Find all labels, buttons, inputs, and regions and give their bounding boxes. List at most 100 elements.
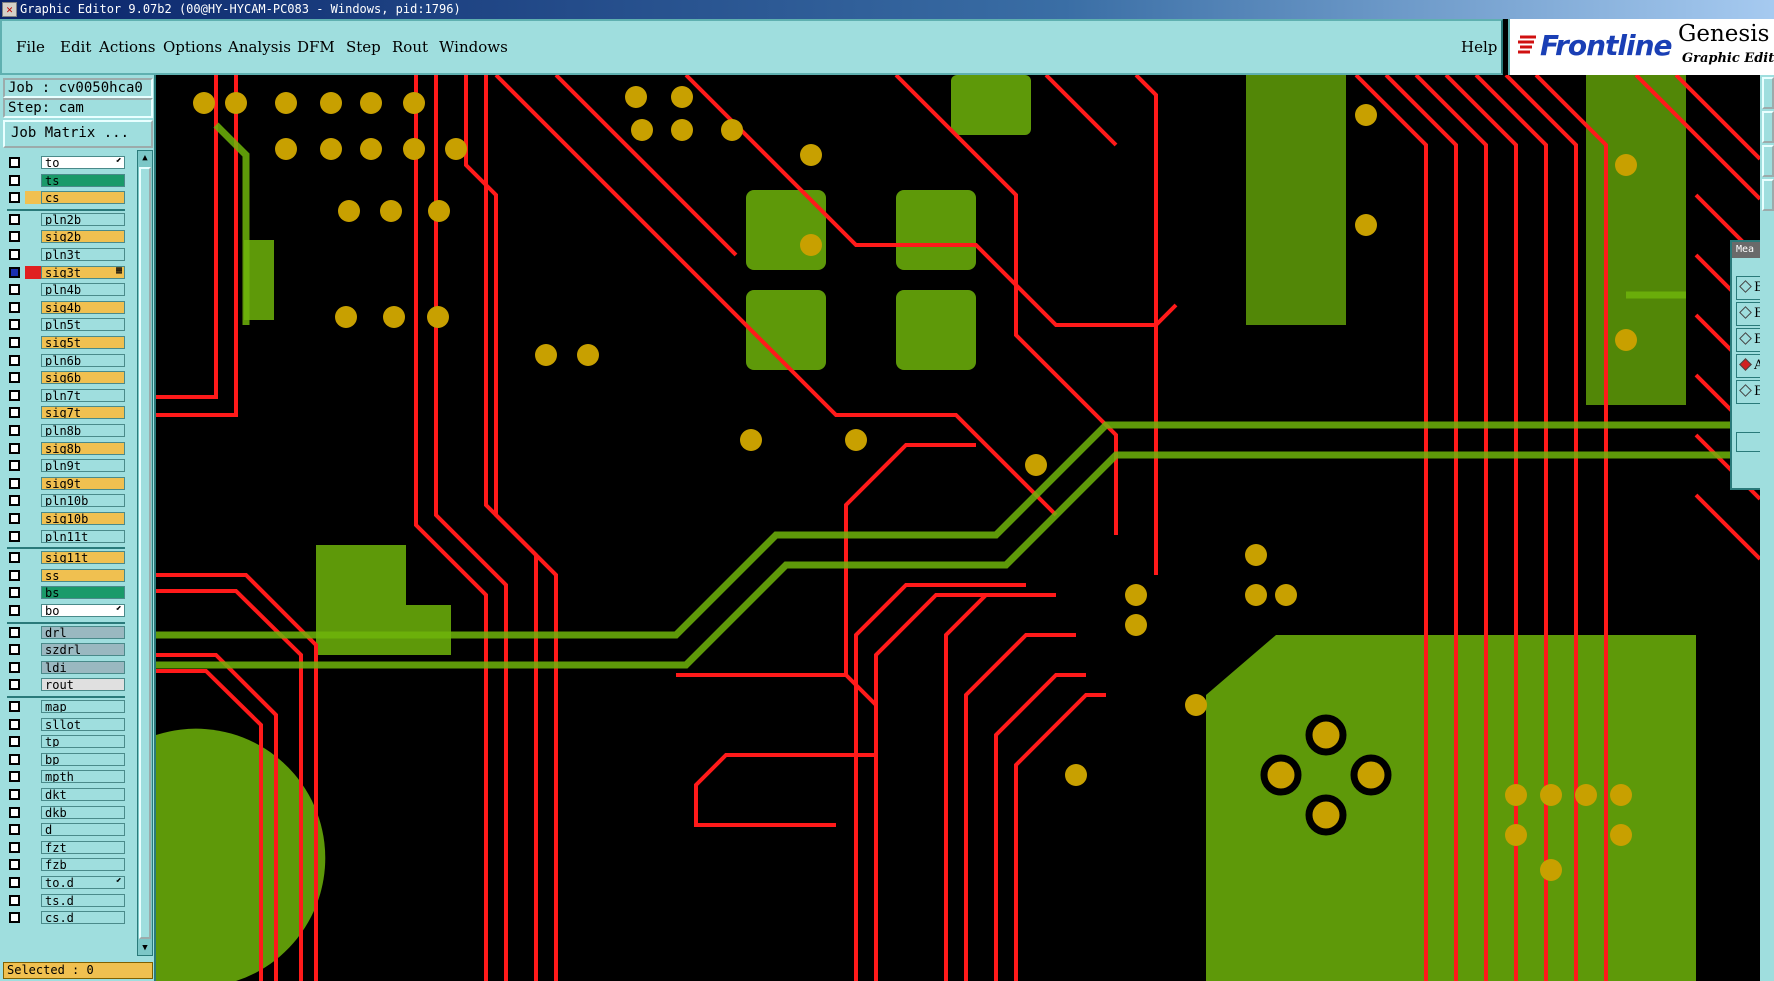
layer-name[interactable]: sig3t — [41, 265, 125, 279]
layer-checkbox[interactable] — [9, 389, 20, 401]
layer-row-fzt[interactable]: fzt — [3, 840, 125, 855]
layer-checkbox[interactable] — [9, 213, 20, 225]
layer-checkbox[interactable] — [9, 319, 20, 331]
layer-checkbox[interactable] — [9, 442, 20, 454]
layer-name[interactable]: pln8b — [41, 424, 125, 437]
layer-checkbox[interactable] — [9, 877, 20, 888]
layer-name[interactable]: dkt — [41, 788, 125, 801]
layer-row-drl[interactable]: drl — [3, 625, 125, 640]
scroll-thumb[interactable] — [139, 167, 151, 939]
layer-row-bo[interactable]: bo ⬋ — [3, 603, 125, 618]
layer-checkbox[interactable] — [9, 569, 20, 581]
menu-step[interactable]: Step — [346, 38, 381, 56]
tool-button-3[interactable] — [1762, 145, 1774, 177]
layer-name[interactable]: ldi — [41, 660, 125, 674]
layer-row-sig9t[interactable]: sig9t — [3, 476, 125, 491]
layer-checkbox[interactable] — [9, 372, 20, 384]
layer-row-pln6b[interactable]: pln6b — [3, 353, 125, 368]
layer-row-to-d[interactable]: to.d ⬋ — [3, 875, 125, 890]
layer-checkbox[interactable] — [9, 587, 20, 599]
layer-name[interactable]: mpth — [41, 770, 125, 784]
layer-list-scrollbar[interactable]: ▲ ▼ — [137, 150, 153, 956]
layer-name[interactable]: drl — [41, 625, 125, 639]
layer-row-sig11t[interactable]: sig11t — [3, 550, 125, 565]
layer-name[interactable]: sig7t — [41, 406, 125, 420]
layer-name[interactable]: pln10b — [41, 494, 125, 508]
layer-checkbox[interactable] — [9, 266, 20, 278]
layer-checkbox[interactable] — [9, 495, 20, 507]
layer-row-sig10b[interactable]: sig10b — [3, 511, 125, 526]
layer-checkbox[interactable] — [9, 192, 20, 204]
layer-row-d[interactable]: d — [3, 822, 125, 837]
menu-edit[interactable]: Edit — [60, 38, 91, 56]
layer-row-bs[interactable]: bs — [3, 585, 125, 600]
layer-name[interactable]: map — [41, 700, 125, 713]
layer-checkbox[interactable] — [9, 460, 20, 472]
pcb-graphics[interactable] — [156, 75, 1760, 981]
menu-actions[interactable]: Actions — [99, 38, 155, 56]
menu-rout[interactable]: Rout — [392, 38, 428, 56]
layer-row-pln3t[interactable]: pln3t — [3, 247, 125, 262]
layer-row-dkb[interactable]: dkb — [3, 805, 125, 820]
layer-checkbox[interactable] — [9, 249, 20, 260]
layer-name[interactable]: sig10b — [41, 512, 125, 525]
tool-button-4[interactable] — [1762, 179, 1774, 211]
layer-checkbox[interactable] — [9, 789, 20, 800]
app-icon[interactable]: ✕ — [2, 2, 17, 17]
layer-row-sig7t[interactable]: sig7t — [3, 405, 125, 420]
layer-name[interactable]: fzb — [41, 858, 125, 872]
layer-checkbox[interactable] — [9, 718, 20, 730]
layer-name[interactable]: ss — [41, 568, 125, 582]
layer-name[interactable]: cs — [41, 191, 125, 205]
layer-name[interactable]: cs.d — [41, 911, 125, 925]
layer-checkbox[interactable] — [9, 552, 20, 564]
layer-checkbox[interactable] — [9, 841, 20, 853]
layer-row-map[interactable]: map — [3, 699, 125, 714]
layer-checkbox[interactable] — [9, 824, 20, 836]
layer-row-sig3t[interactable]: sig3t ▦ — [3, 265, 125, 280]
layer-row-ss[interactable]: ss — [3, 568, 125, 583]
layer-checkbox[interactable] — [9, 174, 20, 186]
layer-checkbox[interactable] — [9, 736, 20, 748]
layer-name[interactable]: sig8b — [41, 441, 125, 455]
layer-row-pln9t[interactable]: pln9t — [3, 458, 125, 473]
layer-checkbox[interactable] — [9, 753, 20, 765]
layer-row-pln8b[interactable]: pln8b — [3, 423, 125, 438]
layer-name[interactable]: bo — [41, 604, 125, 617]
layer-checkbox[interactable] — [9, 425, 20, 436]
layer-name[interactable]: sig2b — [41, 230, 125, 244]
menu-windows[interactable]: Windows — [439, 38, 508, 56]
layer-name[interactable]: ts — [41, 173, 125, 187]
layer-row-cs-d[interactable]: cs.d — [3, 910, 125, 925]
layer-name[interactable]: pln11t — [41, 529, 125, 543]
layer-name[interactable]: ts.d — [41, 893, 125, 907]
menu-file[interactable]: File — [16, 38, 45, 56]
layer-name[interactable]: pln6b — [41, 353, 125, 367]
layer-name[interactable]: pln9t — [41, 459, 125, 473]
layer-name[interactable]: sig11t — [41, 551, 125, 565]
layer-checkbox[interactable] — [9, 301, 20, 313]
layer-row-cs[interactable]: cs — [3, 190, 125, 205]
layer-checkbox[interactable] — [9, 513, 20, 524]
layer-name[interactable]: rout — [41, 678, 125, 692]
layer-name[interactable]: pln7t — [41, 388, 125, 402]
layer-name[interactable]: pln4b — [41, 283, 125, 297]
layer-row-to[interactable]: to ⬋ — [3, 155, 125, 170]
layer-checkbox[interactable] — [9, 157, 20, 168]
layer-row-pln10b[interactable]: pln10b — [3, 493, 125, 508]
pcb-canvas[interactable] — [156, 75, 1760, 981]
menu-dfm[interactable]: DFM — [297, 38, 335, 56]
job-matrix-button[interactable]: Job Matrix ... — [3, 120, 153, 148]
tool-button-2[interactable] — [1762, 111, 1774, 143]
layer-name[interactable]: bp — [41, 752, 125, 766]
layer-checkbox[interactable] — [9, 894, 20, 906]
layer-checkbox[interactable] — [9, 859, 20, 871]
layer-row-sig8b[interactable]: sig8b — [3, 441, 125, 456]
layer-row-pln11t[interactable]: pln11t — [3, 529, 125, 544]
layer-name[interactable]: d — [41, 823, 125, 837]
layer-checkbox[interactable] — [9, 626, 20, 638]
layer-row-sig2b[interactable]: sig2b — [3, 229, 125, 244]
layer-row-rout[interactable]: rout — [3, 677, 125, 692]
layer-name[interactable]: bs — [41, 586, 125, 600]
layer-row-ts[interactable]: ts — [3, 173, 125, 188]
